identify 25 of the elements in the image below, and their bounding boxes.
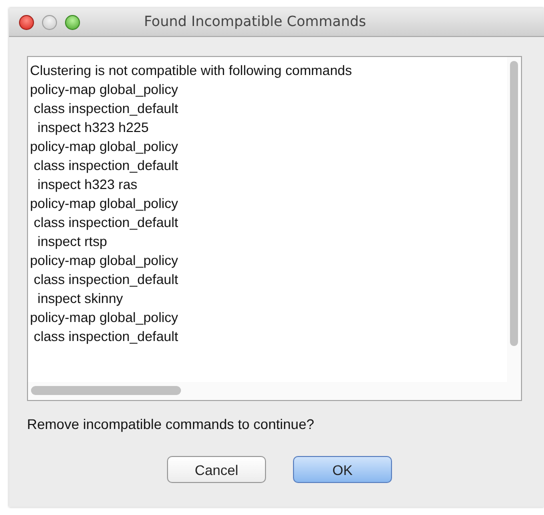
command-line: policy-map global_policy — [30, 81, 180, 99]
question-text: Remove incompatible commands to continue? — [27, 416, 316, 432]
command-line: class inspection_default — [32, 214, 180, 232]
ok-button[interactable]: OK — [293, 456, 392, 483]
command-line: class inspection_default — [32, 157, 180, 175]
vertical-scrollbar-thumb[interactable] — [510, 61, 518, 346]
minimize-icon[interactable] — [42, 14, 57, 30]
command-line: class inspection_default — [32, 100, 180, 118]
command-line: inspect rtsp — [36, 233, 108, 251]
command-line: class inspection_default — [32, 328, 180, 346]
command-line: Clustering is not compatible with following commands — [30, 62, 353, 80]
command-line: inspect h323 ras — [36, 176, 138, 194]
window-title: Found Incompatible Commands — [144, 14, 366, 30]
zoom-icon[interactable] — [65, 14, 80, 30]
command-line: policy-map global_policy — [30, 195, 180, 213]
command-line: inspect skinny — [36, 290, 124, 308]
close-icon[interactable] — [19, 14, 34, 30]
command-line: policy-map global_policy — [30, 309, 180, 327]
command-line: inspect h323 h225 — [36, 119, 150, 137]
cancel-button[interactable]: Cancel — [167, 456, 266, 483]
command-line: policy-map global_policy — [30, 138, 180, 156]
text-area[interactable] — [27, 56, 522, 401]
horizontal-scrollbar-thumb[interactable] — [31, 386, 181, 395]
command-line: class inspection_default — [32, 271, 180, 289]
command-line: policy-map global_policy — [30, 252, 180, 270]
